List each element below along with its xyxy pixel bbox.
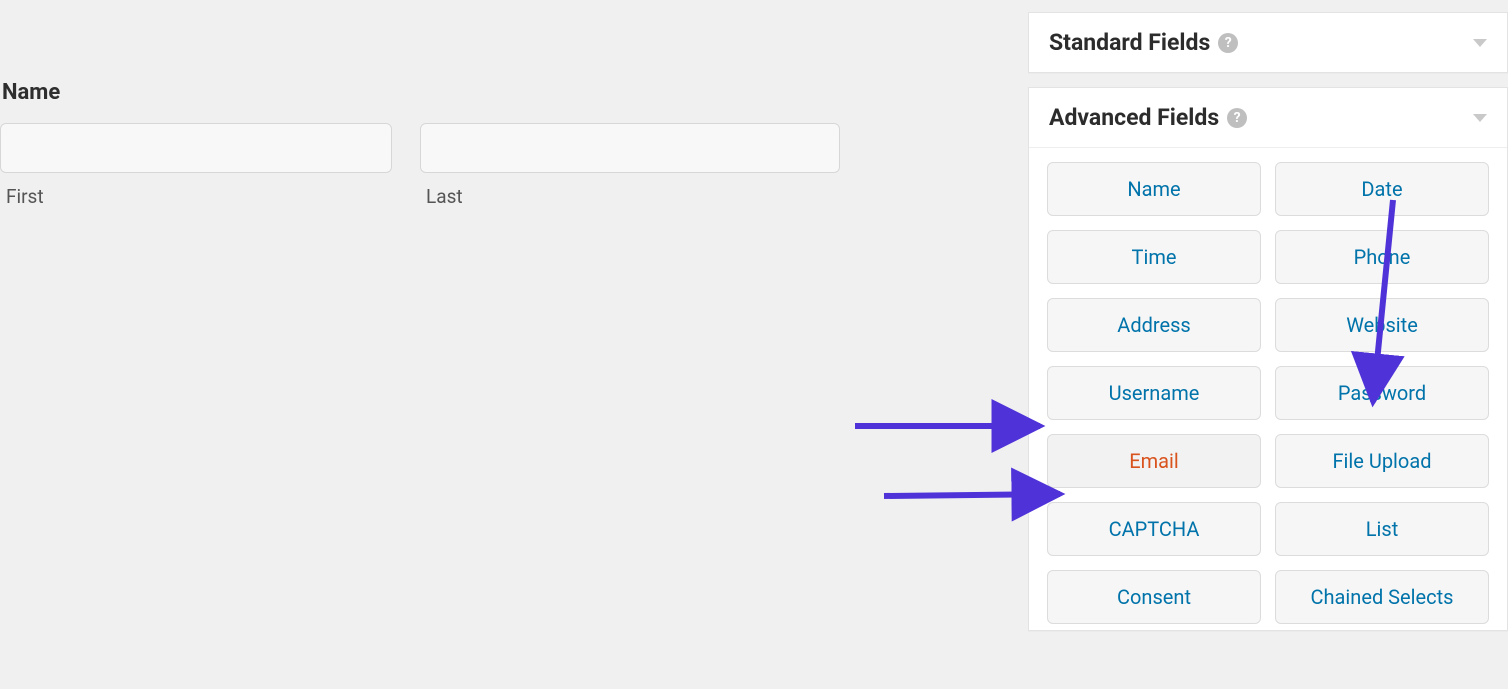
chevron-down-icon	[1473, 114, 1487, 122]
field-button-email[interactable]: Email	[1047, 434, 1261, 488]
field-button-label: Name	[1127, 177, 1180, 201]
name-field-label: Name	[0, 80, 850, 105]
field-button-date[interactable]: Date	[1275, 162, 1489, 216]
first-name-col: First	[0, 123, 392, 208]
field-button-chained-selects[interactable]: Chained Selects	[1275, 570, 1489, 624]
field-button-consent[interactable]: Consent	[1047, 570, 1261, 624]
field-button-label: Password	[1338, 381, 1426, 405]
field-button-label: Username	[1109, 381, 1200, 405]
field-button-label: Phone	[1354, 245, 1411, 269]
field-button-time[interactable]: Time	[1047, 230, 1261, 284]
field-button-file-upload[interactable]: File Upload	[1275, 434, 1489, 488]
field-button-label: Address	[1117, 313, 1190, 337]
help-icon[interactable]: ?	[1218, 33, 1238, 53]
standard-fields-panel: Standard Fields ?	[1028, 12, 1508, 73]
chevron-down-icon	[1473, 39, 1487, 47]
field-button-username[interactable]: Username	[1047, 366, 1261, 420]
field-button-label: File Upload	[1333, 449, 1432, 473]
help-icon[interactable]: ?	[1227, 108, 1247, 128]
field-button-label: Consent	[1117, 585, 1191, 609]
standard-fields-header[interactable]: Standard Fields ?	[1029, 13, 1507, 72]
field-button-password[interactable]: Password	[1275, 366, 1489, 420]
first-name-sublabel: First	[0, 185, 392, 208]
field-button-label: List	[1366, 517, 1399, 541]
last-name-input[interactable]	[420, 123, 840, 173]
field-button-website[interactable]: Website	[1275, 298, 1489, 352]
field-button-label: Website	[1346, 313, 1418, 337]
field-button-label: Email	[1129, 449, 1179, 473]
standard-fields-title: Standard Fields	[1049, 29, 1210, 56]
field-button-label: CAPTCHA	[1109, 517, 1200, 541]
field-button-list[interactable]: List	[1275, 502, 1489, 556]
field-button-name[interactable]: Name	[1047, 162, 1261, 216]
advanced-fields-header[interactable]: Advanced Fields ?	[1029, 88, 1507, 147]
advanced-fields-body: Name Date Time Phone Address Website Username P…	[1029, 147, 1507, 630]
advanced-fields-grid: Name Date Time Phone Address Website Username P…	[1047, 162, 1489, 624]
last-name-sublabel: Last	[420, 185, 840, 208]
name-field-block[interactable]: Name First Last	[0, 80, 850, 208]
field-button-address[interactable]: Address	[1047, 298, 1261, 352]
advanced-fields-title: Advanced Fields	[1049, 104, 1219, 131]
fields-sidebar: Standard Fields ? Advanced Fields ? Name…	[1028, 12, 1508, 645]
field-button-label: Date	[1361, 177, 1402, 201]
form-canvas: Name First Last	[0, 0, 1024, 689]
field-button-label: Time	[1132, 245, 1177, 269]
last-name-col: Last	[420, 123, 840, 208]
field-button-label: Chained Selects	[1311, 585, 1454, 609]
advanced-fields-panel: Advanced Fields ? Name Date Time Phone Addre…	[1028, 87, 1508, 631]
name-row: First Last	[0, 123, 850, 208]
field-button-phone[interactable]: Phone	[1275, 230, 1489, 284]
first-name-input[interactable]	[0, 123, 392, 173]
field-button-captcha[interactable]: CAPTCHA	[1047, 502, 1261, 556]
